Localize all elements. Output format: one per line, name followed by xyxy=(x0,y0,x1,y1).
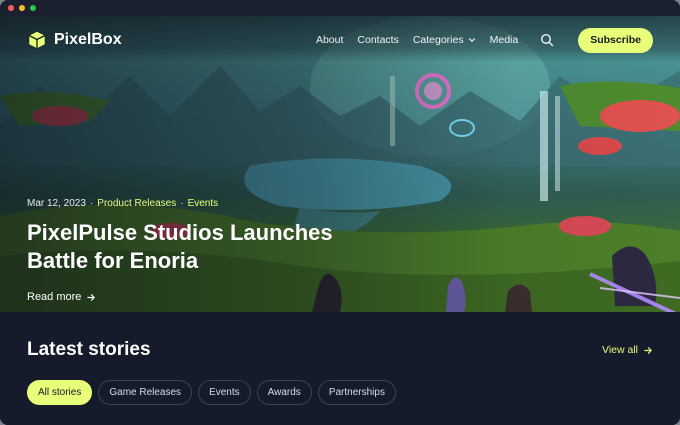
subscribe-button[interactable]: Subscribe xyxy=(578,27,653,53)
hero-headline[interactable]: PixelPulse Studios Launches Battle for E… xyxy=(27,219,387,275)
hero-date: Mar 12, 2023 xyxy=(27,198,86,209)
minimize-window-dot[interactable] xyxy=(19,5,25,11)
latest-stories-section: Latest stories View all All stories Game… xyxy=(0,312,680,425)
nav-link-contacts[interactable]: Contacts xyxy=(357,34,398,46)
cube-logo-icon xyxy=(28,31,46,49)
top-navigation: PixelBox About Contacts Categories Media… xyxy=(0,16,680,64)
filter-awards[interactable]: Awards xyxy=(256,380,312,405)
filter-all-stories[interactable]: All stories xyxy=(27,380,93,405)
nav-link-about[interactable]: About xyxy=(316,34,343,46)
browser-window: Mar 12, 2023 · Product Releases · Events… xyxy=(0,0,680,425)
hero-content: Mar 12, 2023 · Product Releases · Events… xyxy=(27,198,387,303)
brand-logo[interactable]: PixelBox xyxy=(27,30,122,50)
filter-chips: All stories Game Releases Events Awards … xyxy=(27,380,396,405)
meta-separator: · xyxy=(180,198,184,209)
latest-stories-header: Latest stories View all xyxy=(27,339,653,361)
nav-link-categories-label: Categories xyxy=(412,34,464,46)
nav-dropdown-categories[interactable]: Categories xyxy=(413,34,476,46)
view-all-link[interactable]: View all xyxy=(602,344,653,356)
filter-partnerships[interactable]: Partnerships xyxy=(317,380,396,405)
window-titlebar xyxy=(0,0,680,16)
nav-link-media[interactable]: Media xyxy=(490,34,519,46)
hero-meta: Mar 12, 2023 · Product Releases · Events xyxy=(27,198,387,209)
view-all-label: View all xyxy=(602,344,638,356)
filter-events[interactable]: Events xyxy=(198,380,251,405)
tag-product-releases[interactable]: Product Releases xyxy=(97,198,176,209)
section-title: Latest stories xyxy=(27,339,151,360)
search-icon[interactable] xyxy=(540,33,554,47)
arrow-right-icon xyxy=(644,346,652,354)
chevron-down-icon xyxy=(468,38,475,42)
arrow-right-icon xyxy=(87,293,96,301)
brand-name: PixelBox xyxy=(54,31,122,48)
filter-game-releases[interactable]: Game Releases xyxy=(98,380,193,405)
close-window-dot[interactable] xyxy=(8,5,14,11)
meta-separator: · xyxy=(89,198,94,209)
read-more-link[interactable]: Read more xyxy=(27,291,387,303)
read-more-label: Read more xyxy=(27,291,82,303)
nav-links: About Contacts Categories Media Subscrib… xyxy=(316,27,653,53)
maximize-window-dot[interactable] xyxy=(30,5,36,11)
tag-events[interactable]: Events xyxy=(188,198,219,209)
